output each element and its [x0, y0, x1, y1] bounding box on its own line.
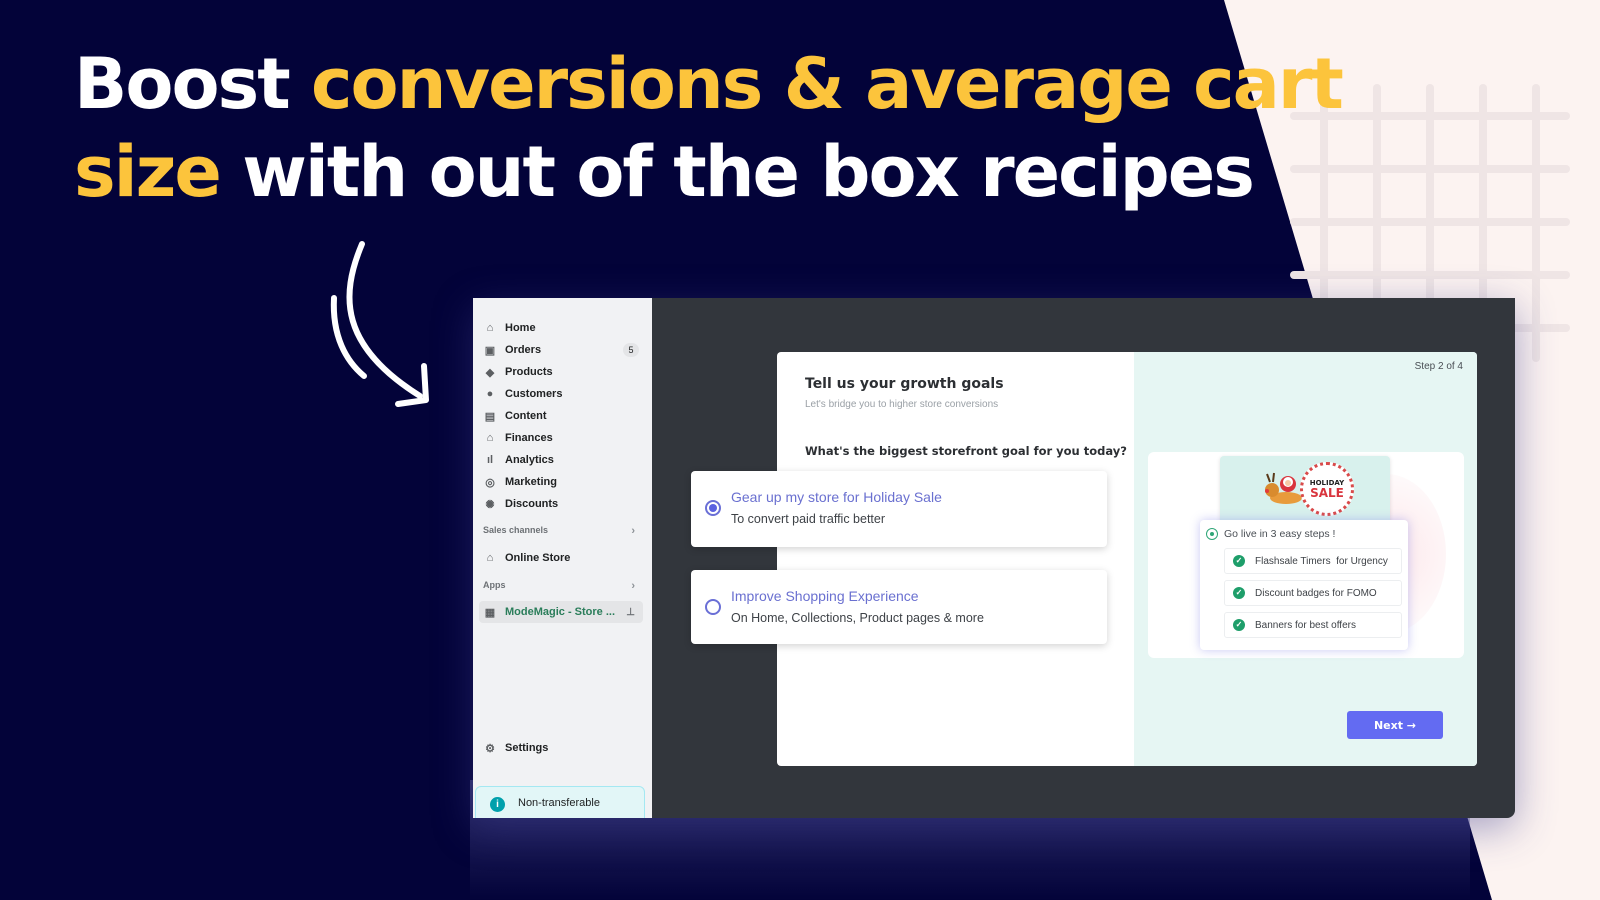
step-item: ✓ Discount badges for FOMO [1224, 580, 1402, 606]
headline: Boost conversions & average cart size wi… [74, 40, 1344, 216]
check-circle-icon: ✓ [1233, 619, 1245, 631]
headline-line-1: Boost conversions & average cart [74, 43, 1344, 125]
sidebar-item-marketing[interactable]: ◎ Marketing [483, 471, 643, 493]
apps-header[interactable]: Apps › [483, 580, 635, 592]
tag-icon: ◆ [485, 366, 495, 379]
preview-panel: Step 2 of 4 HOLIDAY SALE Go live in 3 ea… [1134, 352, 1477, 766]
chevron-right-icon: › [631, 580, 635, 592]
radio-ring-icon [1206, 528, 1218, 540]
onboarding-modal: Step 2 of 4 HOLIDAY SALE Go live in 3 ea… [691, 352, 1477, 766]
step-indicator: Step 2 of 4 [1414, 361, 1463, 372]
discount-icon: ✺ [485, 498, 495, 511]
holiday-sale-banner: HOLIDAY SALE [1220, 456, 1390, 526]
gear-icon: ⚙ [485, 742, 495, 755]
step-item: ✓ Banners for best offers [1224, 612, 1402, 638]
goal-option-holiday-sale[interactable]: Gear up my store for Holiday Sale To con… [691, 471, 1107, 547]
non-transferable-notice: i Non-transferable [475, 786, 645, 818]
modal-subtitle: Let's bridge you to higher store convers… [805, 399, 999, 410]
chevron-right-icon: › [631, 525, 635, 537]
steps-card: Go live in 3 easy steps ! ✓ Flashsale Tim… [1200, 520, 1408, 650]
goal-option-shopping-experience[interactable]: Improve Shopping Experience On Home, Col… [691, 570, 1107, 644]
holiday-sale-badge: HOLIDAY SALE [1300, 462, 1354, 516]
sidebar-item-orders[interactable]: ▣ Orders 5 [483, 339, 643, 361]
sidebar-item-modemagic[interactable]: ▦ ModeMagic - Store ... ⊥ [479, 601, 643, 623]
modal-title: Tell us your growth goals [805, 376, 1004, 392]
check-circle-icon: ✓ [1233, 587, 1245, 599]
sidebar-item-customers[interactable]: ● Customers [483, 383, 643, 405]
app-window: ⌂ Home ▣ Orders 5 ◆ Products ● Customers ▤ Co… [473, 298, 1515, 818]
headline-line-2: size with out of the box recipes [74, 131, 1255, 213]
sidebar-item-home[interactable]: ⌂ Home [483, 317, 643, 339]
curved-arrow-icon [330, 241, 429, 407]
radio-selected-icon[interactable] [705, 500, 721, 516]
target-icon: ◎ [485, 476, 495, 489]
sidebar-item-settings[interactable]: ⚙ Settings [483, 737, 643, 759]
info-icon: i [490, 797, 505, 812]
person-icon: ● [486, 388, 494, 400]
store-icon: ⌂ [486, 552, 494, 564]
inbox-icon: ▣ [484, 344, 496, 357]
next-button[interactable]: Next → [1347, 711, 1443, 739]
image-icon: ▤ [484, 410, 496, 423]
sidebar-item-finances[interactable]: ⌂ Finances [483, 427, 643, 449]
sidebar-item-discounts[interactable]: ✺ Discounts [483, 493, 643, 515]
sidebar-item-online-store[interactable]: ⌂ Online Store [483, 547, 643, 569]
step-item: ✓ Flashsale Timers for Urgency [1224, 548, 1402, 574]
check-circle-icon: ✓ [1233, 555, 1245, 567]
radio-unselected-icon[interactable] [705, 599, 721, 615]
pin-icon[interactable]: ⊥ [626, 607, 635, 618]
home-icon: ⌂ [486, 322, 494, 334]
app-icon: ▦ [484, 606, 496, 619]
steps-heading: Go live in 3 easy steps ! [1206, 528, 1335, 540]
preview-card: HOLIDAY SALE Go live in 3 easy steps ! ✓… [1148, 452, 1464, 658]
sidebar-item-products[interactable]: ◆ Products [483, 361, 643, 383]
goal-question: What's the biggest storefront goal for y… [805, 444, 1127, 458]
bar-chart-icon: ıl [486, 454, 494, 466]
orders-count-badge: 5 [623, 343, 639, 357]
bank-icon: ⌂ [486, 432, 494, 444]
sales-channels-header[interactable]: Sales channels › [483, 525, 635, 537]
sidebar-item-content[interactable]: ▤ Content [483, 405, 643, 427]
sidebar: ⌂ Home ▣ Orders 5 ◆ Products ● Customers ▤ Co… [473, 298, 652, 818]
sidebar-item-analytics[interactable]: ıl Analytics [483, 449, 643, 471]
